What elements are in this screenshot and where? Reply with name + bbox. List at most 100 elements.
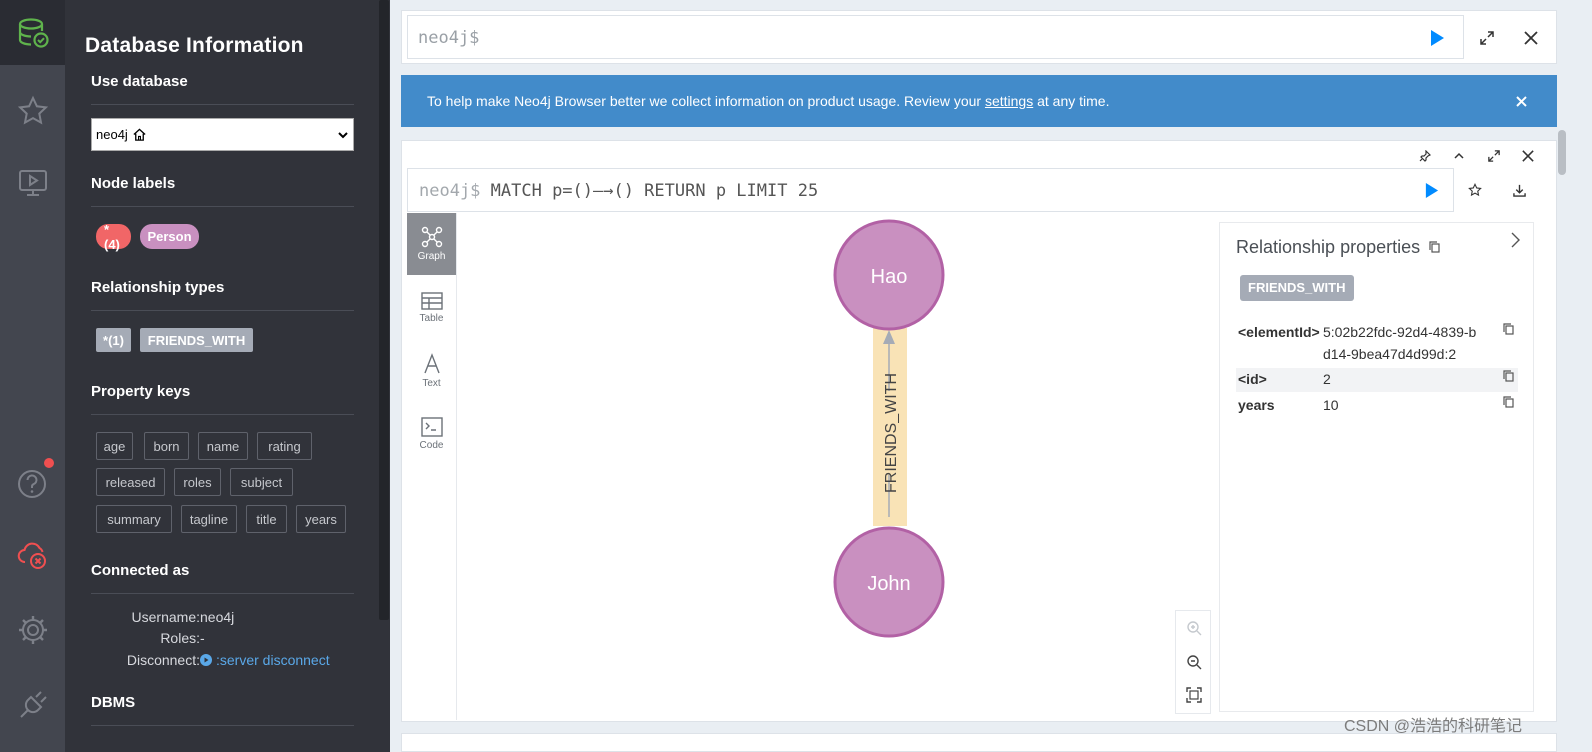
cloud-disconnected-icon[interactable] (0, 522, 65, 587)
property-key-chip[interactable]: roles (174, 468, 221, 496)
zoom-in-button[interactable] (1185, 619, 1203, 637)
use-database-title: Use database (91, 73, 188, 90)
node-label-all[interactable]: *(4) (96, 222, 131, 252)
server-disconnect-link[interactable]: :server disconnect (200, 652, 330, 668)
tab-table[interactable]: Table (407, 277, 456, 339)
graph-canvas[interactable]: FRIENDS_WITH Hao John (458, 213, 1218, 720)
connected-as-title: Connected as (91, 562, 190, 579)
pin-frame-button[interactable] (1416, 147, 1434, 165)
gear-icon[interactable] (0, 597, 65, 662)
relationship-type-friends-with[interactable]: FRIENDS_WITH (140, 328, 253, 352)
monitor-play-icon[interactable] (0, 150, 65, 215)
copy-icon[interactable] (1503, 396, 1514, 408)
query-editor-card: neo4j$ (401, 10, 1557, 64)
editor-close-button[interactable] (1521, 28, 1541, 48)
relationship-type-all[interactable]: *(1) (96, 328, 131, 352)
drawer-title: Database Information (85, 34, 304, 57)
banner-settings-link[interactable]: settings (985, 93, 1033, 109)
banner-text-after: at any time. (1033, 93, 1110, 109)
property-key-chip[interactable]: subject (230, 468, 293, 496)
property-key: <id> (1238, 371, 1267, 387)
banner-text-before: To help make Neo4j Browser better we col… (427, 93, 985, 109)
property-row: years 10 (1236, 394, 1518, 418)
plug-icon[interactable] (0, 672, 65, 737)
code-icon (420, 417, 443, 437)
property-key-chip[interactable]: title (246, 505, 287, 533)
database-select[interactable]: neo4j (91, 118, 354, 151)
property-key-chip[interactable]: years (296, 505, 346, 533)
star-icon[interactable] (0, 78, 65, 143)
database-select-value: neo4j (96, 127, 128, 142)
notification-dot (44, 458, 54, 468)
copy-icon[interactable] (1503, 323, 1514, 335)
relationship-type-tag[interactable]: FRIENDS_WITH (1240, 275, 1354, 301)
database-icon[interactable] (0, 0, 65, 65)
fullscreen-frame-button[interactable] (1485, 147, 1503, 165)
expand-icon (1488, 150, 1500, 162)
main-scrollbar[interactable] (1558, 130, 1566, 175)
database-info-drawer: Database Information Use database neo4j … (65, 0, 390, 752)
query-editor-input[interactable]: neo4j$ (407, 15, 1464, 59)
usage-banner: To help make Neo4j Browser better we col… (401, 75, 1557, 127)
property-key-chip[interactable]: released (96, 468, 165, 496)
zoom-out-button[interactable] (1185, 653, 1203, 671)
property-key-chip[interactable]: name (198, 432, 248, 460)
frame-query-text[interactable]: neo4j$ MATCH p=()—→() RETURN p LIMIT 25 (407, 168, 1454, 212)
favorite-query-button[interactable] (1465, 180, 1485, 200)
roles-key: Roles: (160, 630, 200, 646)
chevron-right-icon (1511, 232, 1520, 248)
tab-code[interactable]: Code (407, 403, 456, 465)
chevron-up-icon (1454, 152, 1464, 159)
play-icon (1425, 182, 1438, 198)
copy-icon[interactable] (1429, 241, 1440, 253)
disconnect-row: Disconnect: :server disconnect (127, 652, 330, 669)
divider (91, 310, 354, 311)
text-icon (423, 353, 440, 374)
star-icon (1468, 183, 1482, 197)
property-key-chip[interactable]: rating (257, 432, 312, 460)
tab-graph[interactable]: Graph (407, 213, 456, 275)
tab-graph-label: Graph (417, 251, 446, 262)
help-icon[interactable] (0, 450, 65, 515)
graph-node-john[interactable]: John (833, 526, 945, 638)
property-key-chip[interactable]: tagline (181, 505, 237, 533)
graph-node-hao[interactable]: Hao (833, 219, 945, 331)
property-key: years (1238, 397, 1275, 413)
drawer-scrollbar[interactable] (379, 0, 389, 620)
divider (91, 593, 354, 594)
divider (91, 414, 354, 415)
editor-fullscreen-button[interactable] (1477, 28, 1497, 48)
home-icon (133, 128, 146, 141)
view-tabs: Graph Table Text Code (407, 213, 457, 720)
relationship-properties-panel: Relationship properties FRIENDS_WITH <el… (1219, 222, 1534, 712)
tab-text[interactable]: Text (407, 340, 456, 402)
property-key-chip[interactable]: summary (96, 505, 172, 533)
fit-screen-icon (1186, 687, 1202, 703)
table-icon (420, 292, 443, 310)
collapse-frame-button[interactable] (1450, 147, 1468, 165)
close-frame-button[interactable] (1519, 147, 1537, 165)
collapse-panel-button[interactable] (1507, 232, 1523, 248)
download-button[interactable] (1509, 180, 1529, 200)
rerun-query-button[interactable] (1421, 180, 1441, 200)
copy-icon[interactable] (1503, 370, 1514, 382)
divider (91, 725, 354, 726)
banner-close-button[interactable] (1514, 94, 1528, 108)
zoom-out-icon (1187, 655, 1202, 670)
property-key-chip[interactable]: age (96, 432, 133, 460)
property-key: <elementId> (1238, 324, 1320, 340)
zoom-controls (1175, 610, 1211, 714)
node-labels-title: Node labels (91, 175, 176, 192)
zoom-in-icon (1187, 621, 1202, 636)
username-value: neo4j (200, 609, 235, 625)
watermark: CSDN @浩浩的科研笔记 (1344, 718, 1523, 735)
properties-title: Relationship properties (1236, 237, 1440, 258)
roles-value: - (200, 630, 205, 646)
graph-icon (421, 226, 442, 248)
property-key-chip[interactable]: born (144, 432, 189, 460)
node-label-person[interactable]: Person (140, 224, 199, 249)
fit-to-screen-button[interactable] (1185, 686, 1203, 704)
run-query-button[interactable] (1427, 28, 1447, 48)
expand-icon (1480, 31, 1494, 45)
disconnect-key: Disconnect: (126, 652, 200, 668)
